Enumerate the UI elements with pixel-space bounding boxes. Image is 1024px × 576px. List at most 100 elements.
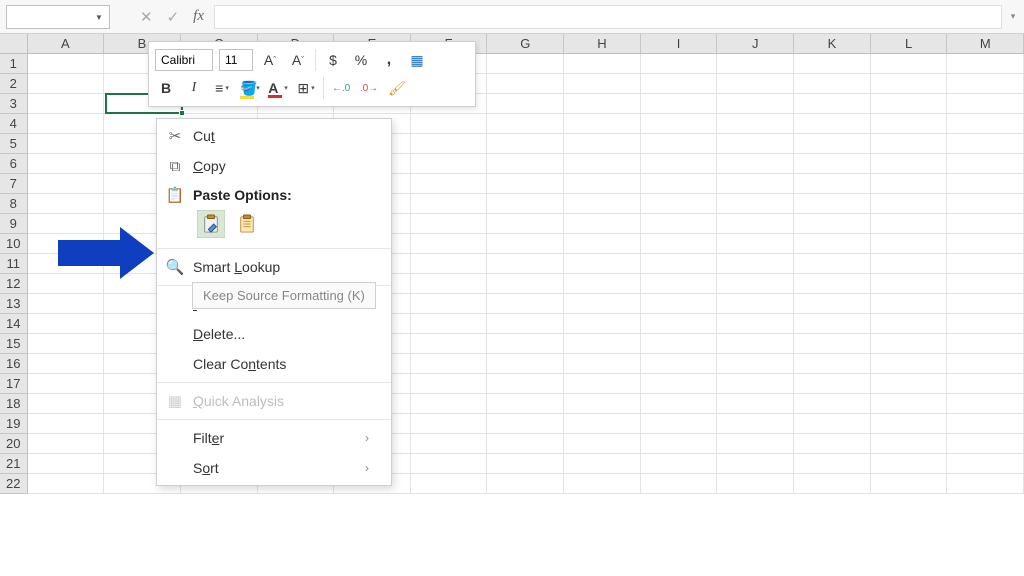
cell[interactable] [794,194,871,214]
cell[interactable] [794,474,871,494]
row-header[interactable]: 21 [0,454,28,474]
row-header[interactable]: 18 [0,394,28,414]
cell[interactable] [411,294,488,314]
cell[interactable] [564,474,641,494]
currency-button[interactable]: $ [322,49,344,71]
cell[interactable] [717,374,794,394]
cell[interactable] [641,54,718,74]
sort-item[interactable]: Sort › [157,453,391,483]
cell[interactable] [28,474,105,494]
cell[interactable] [794,134,871,154]
cell[interactable] [794,414,871,434]
increase-decimal-button[interactable]: ←.0 [330,77,352,99]
cell[interactable] [947,474,1024,494]
conditional-format-icon[interactable]: ▦ [406,49,428,71]
cell[interactable] [794,314,871,334]
cell[interactable] [641,314,718,334]
cell[interactable] [641,394,718,414]
cell[interactable] [717,254,794,274]
column-header[interactable]: G [487,34,564,53]
cell[interactable] [794,154,871,174]
cell[interactable] [564,314,641,334]
cell[interactable] [717,54,794,74]
cell[interactable] [487,274,564,294]
cell[interactable] [717,174,794,194]
cell[interactable] [717,154,794,174]
cell[interactable] [947,114,1024,134]
cell[interactable] [794,394,871,414]
cell[interactable] [487,174,564,194]
cancel-icon[interactable]: ✕ [140,8,153,26]
cell[interactable] [28,334,105,354]
cell[interactable] [717,194,794,214]
cell[interactable] [947,454,1024,474]
cell[interactable] [641,374,718,394]
cell[interactable] [641,474,718,494]
cell[interactable] [411,154,488,174]
cell[interactable] [28,374,105,394]
cell[interactable] [487,214,564,234]
cell[interactable] [871,254,948,274]
cell[interactable] [411,414,488,434]
decrease-decimal-button[interactable]: .0→ [358,77,380,99]
cell[interactable] [641,274,718,294]
cell[interactable] [947,274,1024,294]
row-header[interactable]: 11 [0,254,28,274]
border-button[interactable]: ⊞▾ [295,77,317,99]
cell[interactable] [564,54,641,74]
cell[interactable] [487,294,564,314]
row-header[interactable]: 20 [0,434,28,454]
cell[interactable] [871,174,948,194]
grow-font-button[interactable]: Aˆ [259,49,281,71]
column-header[interactable]: I [641,34,718,53]
cell[interactable] [947,334,1024,354]
cell[interactable] [641,174,718,194]
cell[interactable] [871,114,948,134]
cell[interactable] [564,434,641,454]
enter-icon[interactable]: ✓ [167,8,180,26]
row-header[interactable]: 16 [0,354,28,374]
row-header[interactable]: 6 [0,154,28,174]
cell[interactable] [641,74,718,94]
row-header[interactable]: 17 [0,374,28,394]
cell[interactable] [411,214,488,234]
cell[interactable] [717,94,794,114]
row-header[interactable]: 12 [0,274,28,294]
cell[interactable] [564,414,641,434]
cell[interactable] [487,134,564,154]
cell[interactable] [487,434,564,454]
cell[interactable] [947,234,1024,254]
paste-keep-source-formatting-button[interactable] [197,210,225,238]
cell[interactable] [564,214,641,234]
cell[interactable] [487,354,564,374]
cell[interactable] [871,134,948,154]
cell[interactable] [28,314,105,334]
cell[interactable] [411,454,488,474]
cell[interactable] [641,234,718,254]
percent-button[interactable]: % [350,49,372,71]
cell[interactable] [717,134,794,154]
cell[interactable] [641,354,718,374]
cell[interactable] [411,194,488,214]
cell[interactable] [641,214,718,234]
cell[interactable] [564,334,641,354]
bold-button[interactable]: B [155,77,177,99]
cell[interactable] [794,374,871,394]
column-header[interactable]: J [717,34,794,53]
font-size-input[interactable] [219,49,253,71]
cell[interactable] [487,394,564,414]
cell[interactable] [28,54,105,74]
cell[interactable] [794,94,871,114]
row-header[interactable]: 9 [0,214,28,234]
cell[interactable] [717,414,794,434]
row-header[interactable]: 22 [0,474,28,494]
insert-function-icon[interactable]: fx [193,8,204,25]
cell[interactable] [564,74,641,94]
cut-item[interactable]: ✂ Cut [157,121,391,151]
cell[interactable] [871,414,948,434]
cell[interactable] [947,134,1024,154]
cell[interactable] [947,294,1024,314]
cell[interactable] [794,74,871,94]
cell[interactable] [411,434,488,454]
cell[interactable] [564,134,641,154]
